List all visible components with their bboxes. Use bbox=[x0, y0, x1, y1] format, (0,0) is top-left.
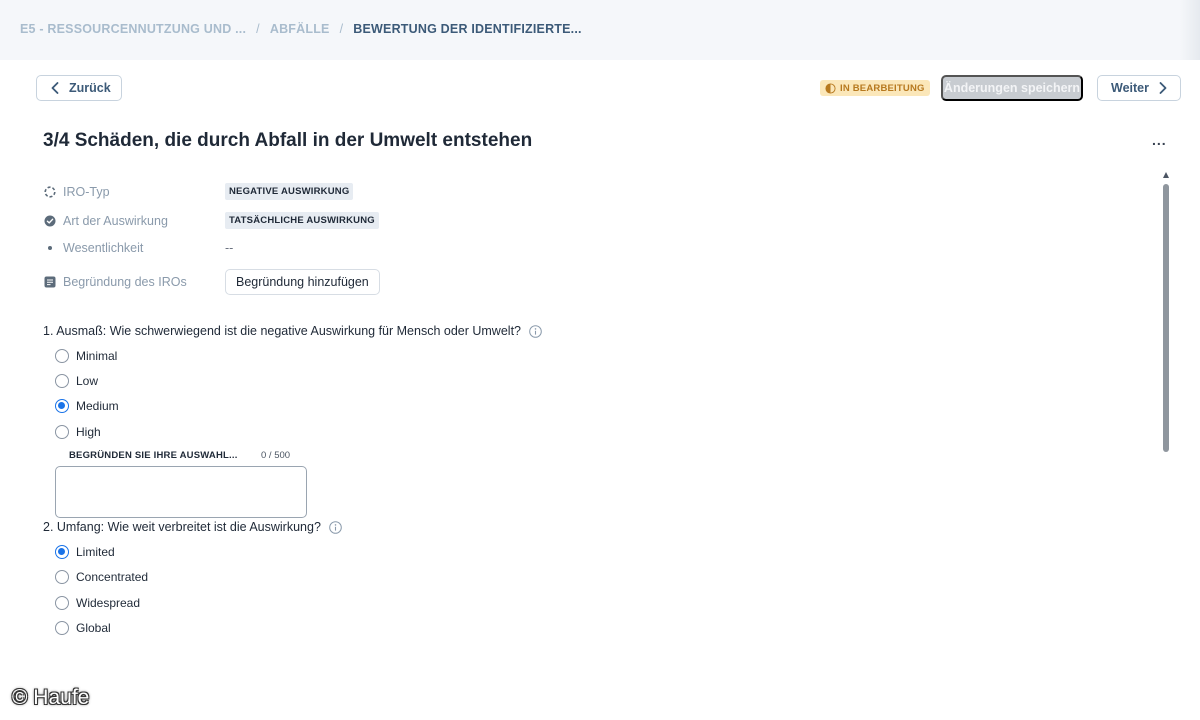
radio-option-label: Minimal bbox=[76, 349, 118, 363]
scroll-up-arrow-icon[interactable] bbox=[1163, 172, 1169, 178]
radio-button[interactable] bbox=[55, 621, 69, 635]
meta-label: Wesentlichkeit bbox=[63, 241, 144, 255]
radio-button[interactable] bbox=[55, 596, 69, 610]
info-icon[interactable] bbox=[329, 520, 342, 534]
note-icon bbox=[43, 275, 57, 289]
back-button-label: Zurück bbox=[69, 81, 111, 95]
meta-label: IRO-Typ bbox=[63, 184, 110, 199]
radio-option-concentrated[interactable]: Concentrated bbox=[55, 570, 148, 584]
chevron-left-icon bbox=[51, 82, 59, 94]
impact-kind-tag: TATSÄCHLICHE AUSWIRKUNG bbox=[225, 212, 379, 229]
watermark: © Haufe bbox=[12, 686, 90, 709]
radio-option-minimal[interactable]: Minimal bbox=[55, 349, 117, 363]
radio-button[interactable] bbox=[55, 374, 69, 388]
breadcrumb-current: BEWERTUNG DER IDENTIFIZIERTE... bbox=[353, 22, 582, 36]
radio-option-global[interactable]: Global bbox=[55, 621, 111, 635]
radio-option-label: Widespread bbox=[76, 596, 141, 610]
radio-button-selected[interactable] bbox=[55, 545, 69, 559]
question-severity: 1. Ausmaß: Wie schwerwiegend ist die neg… bbox=[43, 324, 542, 338]
reason-char-counter: 0 / 500 bbox=[261, 450, 291, 461]
breadcrumb-item-abfaelle[interactable]: ABFÄLLE bbox=[270, 22, 330, 36]
radio-option-label: Concentrated bbox=[76, 570, 149, 584]
status-badge: IN BEARBEITUNG bbox=[820, 80, 930, 96]
progress-clock-icon bbox=[825, 82, 836, 94]
breadcrumb-separator: / bbox=[256, 22, 260, 36]
status-badge-label: IN BEARBEITUNG bbox=[840, 82, 925, 94]
meta-row-impact-kind: Art der Auswirkung TATSÄCHLICHE AUSWIRKU… bbox=[43, 212, 379, 229]
back-button[interactable]: Zurück bbox=[36, 75, 122, 101]
reason-textarea[interactable] bbox=[55, 466, 307, 518]
top-bar-edge bbox=[1180, 0, 1200, 60]
check-circle-icon bbox=[43, 214, 57, 228]
radio-option-medium[interactable]: Medium bbox=[55, 399, 119, 413]
info-icon[interactable] bbox=[529, 324, 542, 338]
save-changes-button[interactable]: Änderungen speichern bbox=[941, 75, 1083, 101]
radio-button[interactable] bbox=[55, 425, 69, 439]
chevron-right-icon bbox=[1159, 82, 1167, 94]
breadcrumb-separator: / bbox=[339, 22, 344, 36]
radio-option-label: Limited bbox=[76, 545, 115, 559]
radio-option-label: Low bbox=[76, 374, 99, 388]
dot-icon bbox=[43, 241, 57, 255]
breadcrumb-item-ressourcennutzung[interactable]: E5 - RESSOURCENNUTZUNG UND ... bbox=[20, 22, 246, 36]
question-extent-text: 2. Umfang: Wie weit verbreitet ist die A… bbox=[43, 520, 321, 534]
meta-row-iro-type: IRO-Typ NEGATIVE AUSWIRKUNG bbox=[43, 183, 354, 200]
radio-button[interactable] bbox=[55, 349, 69, 363]
radio-option-label: High bbox=[76, 425, 101, 439]
radio-option-limited[interactable]: Limited bbox=[55, 545, 115, 559]
radio-option-label: Medium bbox=[76, 399, 119, 413]
radio-option-low[interactable]: Low bbox=[55, 374, 98, 388]
next-button[interactable]: Weiter bbox=[1097, 75, 1181, 101]
add-justification-button[interactable]: Begründung hinzufügen bbox=[225, 269, 380, 295]
radio-option-high[interactable]: High bbox=[55, 425, 101, 439]
dashed-circle-icon bbox=[43, 185, 57, 199]
radio-button-selected[interactable] bbox=[55, 399, 69, 413]
next-button-label: Weiter bbox=[1111, 81, 1149, 95]
meta-label: Art der Auswirkung bbox=[63, 213, 168, 228]
page-title: 3/4 Schäden, die durch Abfall in der Umw… bbox=[43, 130, 533, 151]
meta-label: Begründung des IROs bbox=[63, 275, 187, 289]
meta-row-materiality: Wesentlichkeit -- bbox=[43, 241, 233, 255]
scrollbar-thumb[interactable] bbox=[1163, 184, 1169, 452]
question-extent: 2. Umfang: Wie weit verbreitet ist die A… bbox=[43, 520, 342, 534]
radio-option-widespread[interactable]: Widespread bbox=[55, 596, 140, 610]
iro-type-tag: NEGATIVE AUSWIRKUNG bbox=[225, 183, 354, 200]
radio-button[interactable] bbox=[55, 570, 69, 584]
breadcrumb: E5 - RESSOURCENNUTZUNG UND ... / ABFÄLLE… bbox=[20, 22, 582, 36]
radio-option-label: Global bbox=[76, 621, 111, 635]
question-severity-text: 1. Ausmaß: Wie schwerwiegend ist die neg… bbox=[43, 324, 521, 338]
reason-field-label: BEGRÜNDEN SIE IHRE AUSWAHL... bbox=[69, 450, 238, 461]
materiality-value: -- bbox=[225, 241, 234, 255]
meta-row-justification: Begründung des IROs Begründung hinzufüge… bbox=[43, 269, 380, 295]
more-options-icon[interactable]: ... bbox=[1152, 132, 1167, 148]
